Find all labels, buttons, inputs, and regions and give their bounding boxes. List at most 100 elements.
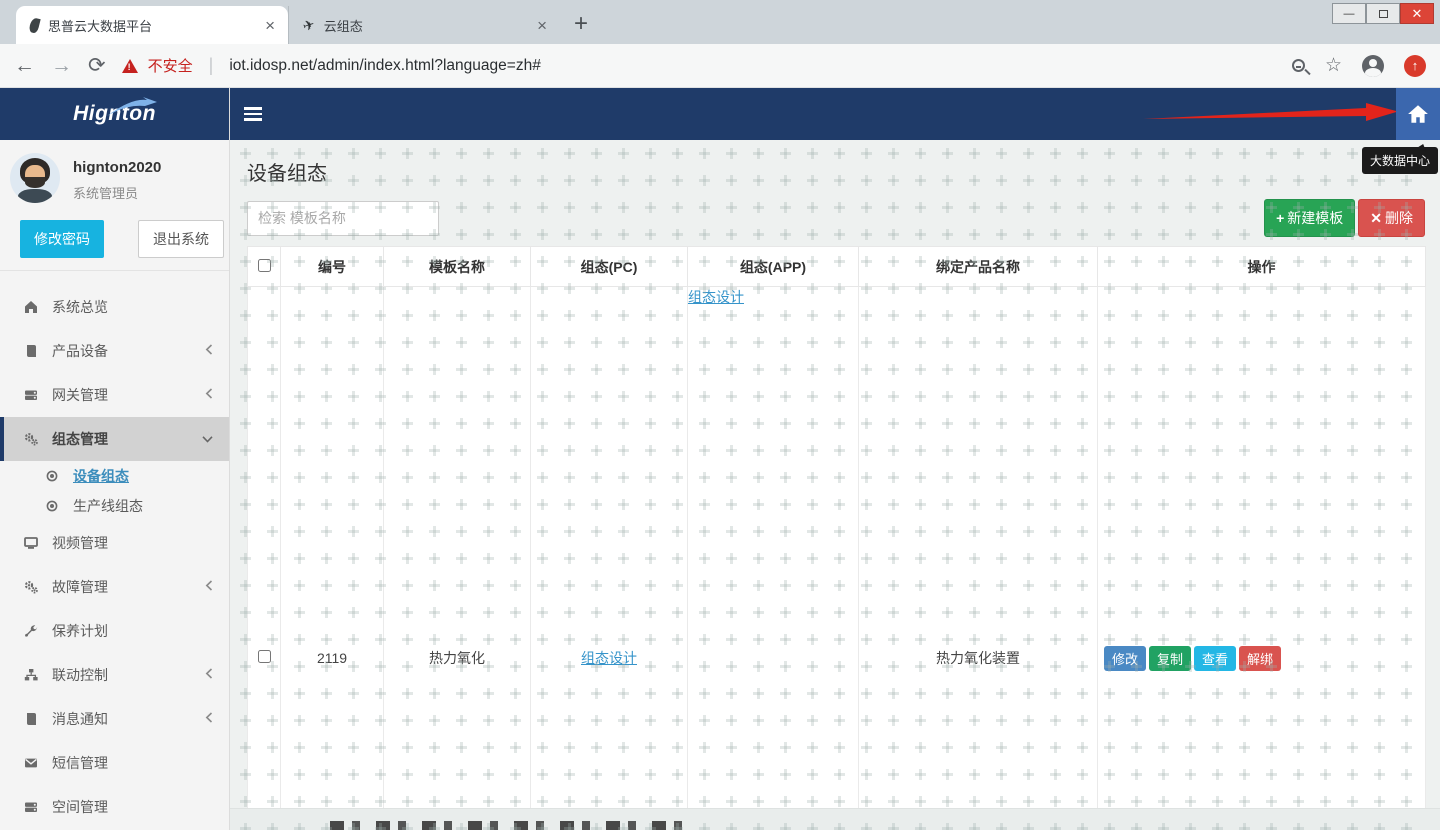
hdd-icon <box>23 388 39 402</box>
tab-close-icon[interactable]: × <box>534 17 550 34</box>
cogs-icon <box>23 580 39 594</box>
sidebar-item-1[interactable]: 系统总览 <box>0 285 229 329</box>
delete-button[interactable]: ✕删除 <box>1358 199 1425 237</box>
cogs-icon <box>23 432 39 446</box>
not-secure-warning-icon[interactable]: ! <box>122 59 138 73</box>
col-header-product: 绑定产品名称 <box>859 247 1098 287</box>
sidebar-item-5[interactable]: 视频管理 <box>0 521 229 565</box>
sidebar-item-7[interactable]: 保养计划 <box>0 609 229 653</box>
book-icon <box>23 344 39 358</box>
browser-chrome: 思普云大数据平台 × ✈ 云组态 × + — ✕ ← → ⟳ ! 不安全 | i… <box>0 0 1440 88</box>
sitemap-icon <box>23 668 39 682</box>
toolbar: +新建模板 ✕删除 <box>247 199 1425 237</box>
content: 设备组态 +新建模板 ✕删除 编号 模板名称 <box>230 140 1440 830</box>
app-config-link[interactable]: 组态设计 <box>688 287 858 830</box>
monitor-icon <box>23 536 39 550</box>
zoom-out-icon[interactable] <box>1292 59 1305 72</box>
logout-button[interactable]: 退出系统 <box>138 220 224 258</box>
sidebar-item-9[interactable]: 消息通知 <box>0 697 229 741</box>
address-url[interactable]: iot.idosp.net/admin/index.html?language=… <box>229 57 1276 75</box>
not-secure-label[interactable]: 不安全 <box>148 55 193 76</box>
restore-button[interactable] <box>1366 3 1400 24</box>
col-header-name: 模板名称 <box>384 247 531 287</box>
view-button[interactable]: 查看 <box>1194 646 1236 671</box>
sidebar-item-2[interactable]: 产品设备 <box>0 329 229 373</box>
sidebar-item-3[interactable]: 网关管理 <box>0 373 229 417</box>
cell-id: 2119 <box>281 287 384 830</box>
plane-favicon-icon: ✈ <box>301 15 317 35</box>
browser-tab-inactive[interactable]: ✈ 云组态 × <box>288 6 560 44</box>
sidebar-logo: Hignton <box>0 88 229 140</box>
minimize-button[interactable]: — <box>1332 3 1366 24</box>
select-all-checkbox[interactable] <box>258 259 271 272</box>
chevron-left-icon <box>205 344 213 358</box>
row-checkbox[interactable] <box>258 650 271 663</box>
col-header-id: 编号 <box>281 247 384 287</box>
dot-circle-icon <box>44 500 60 512</box>
user-role: 系统管理员 <box>73 183 161 202</box>
copy-button[interactable]: 复制 <box>1149 646 1191 671</box>
home-tooltip: 大数据中心 <box>1362 147 1438 174</box>
sidebar-item-6[interactable]: 故障管理 <box>0 565 229 609</box>
sidebar-item-11[interactable]: 空间管理 <box>0 785 229 829</box>
clipped-footer-text <box>330 821 690 830</box>
bottom-strip <box>230 808 1440 830</box>
refresh-icon[interactable]: ⟳ <box>88 55 106 76</box>
window-controls: — ✕ <box>1332 3 1434 24</box>
change-password-button[interactable]: 修改密码 <box>20 220 104 258</box>
sidebar-subitem-1[interactable]: 设备组态 <box>0 461 229 491</box>
col-header-actions: 操作 <box>1098 247 1426 287</box>
page-title: 设备组态 <box>230 140 1440 186</box>
browser-tab-active[interactable]: 思普云大数据平台 × <box>16 6 288 44</box>
logo-swoosh-icon <box>105 96 161 118</box>
chevron-down-icon <box>202 432 213 446</box>
book-icon <box>23 712 39 726</box>
user-panel: hignton2020 系统管理员 修改密码 退出系统 <box>0 140 229 271</box>
hamburger-menu-icon[interactable] <box>244 104 262 124</box>
table-row: 2119 热力氧化 组态设计 组态设计 热力氧化装置 修改复制查看解绑 <box>248 287 1426 830</box>
home-icon <box>1407 104 1429 124</box>
tab-title: 思普云大数据平台 <box>48 16 253 35</box>
feather-favicon-icon <box>28 17 40 34</box>
sidebar-menu: 系统总览 产品设备 网关管理 组态管理 设备组态 生产线组态 视频管理 故障管理 <box>0 271 229 830</box>
home-icon <box>23 300 39 314</box>
x-icon: ✕ <box>1370 210 1382 226</box>
bookmark-star-icon[interactable]: ☆ <box>1325 54 1342 77</box>
sidebar: Hignton hignton2020 系统管理员 修改密码 退出系统 系统总览 <box>0 88 230 830</box>
new-template-button[interactable]: +新建模板 <box>1264 199 1355 237</box>
top-navbar <box>230 88 1440 140</box>
table-header-row: 编号 模板名称 组态(PC) 组态(APP) 绑定产品名称 操作 <box>248 247 1426 287</box>
close-button[interactable]: ✕ <box>1400 3 1434 24</box>
back-icon[interactable]: ← <box>14 55 35 76</box>
hdd-icon <box>23 800 39 814</box>
new-tab-button[interactable]: + <box>574 10 588 38</box>
cell-product-name: 热力氧化装置 <box>859 287 1098 830</box>
home-button[interactable] <box>1396 88 1440 140</box>
search-input[interactable] <box>247 201 439 236</box>
sidebar-item-8[interactable]: 联动控制 <box>0 653 229 697</box>
unbind-button[interactable]: 解绑 <box>1239 646 1281 671</box>
user-avatar <box>10 153 60 203</box>
pc-config-link[interactable]: 组态设计 <box>581 650 637 666</box>
cell-actions: 修改复制查看解绑 <box>1098 287 1426 830</box>
wrench-icon <box>23 624 39 638</box>
browser-update-icon[interactable]: ↑ <box>1404 55 1426 77</box>
annotation-arrow <box>1142 102 1400 124</box>
url-bar: ← → ⟳ ! 不安全 | iot.idosp.net/admin/index.… <box>0 44 1440 88</box>
username: hignton2020 <box>73 159 161 176</box>
cell-template-name: 热力氧化 <box>384 287 531 830</box>
url-separator: | <box>209 55 214 76</box>
sidebar-item-4[interactable]: 组态管理 <box>0 417 229 461</box>
chevron-left-icon <box>205 712 213 726</box>
chevron-left-icon <box>205 668 213 682</box>
col-header-pc: 组态(PC) <box>531 247 688 287</box>
tab-title: 云组态 <box>324 16 525 35</box>
forward-icon[interactable]: → <box>51 55 72 76</box>
col-header-app: 组态(APP) <box>688 247 859 287</box>
tab-close-icon[interactable]: × <box>262 17 278 34</box>
sidebar-subitem-2[interactable]: 生产线组态 <box>0 491 229 521</box>
plus-icon: + <box>1276 210 1284 226</box>
sidebar-item-10[interactable]: 短信管理 <box>0 741 229 785</box>
modify-button[interactable]: 修改 <box>1104 646 1146 671</box>
browser-profile-icon[interactable] <box>1362 55 1384 77</box>
